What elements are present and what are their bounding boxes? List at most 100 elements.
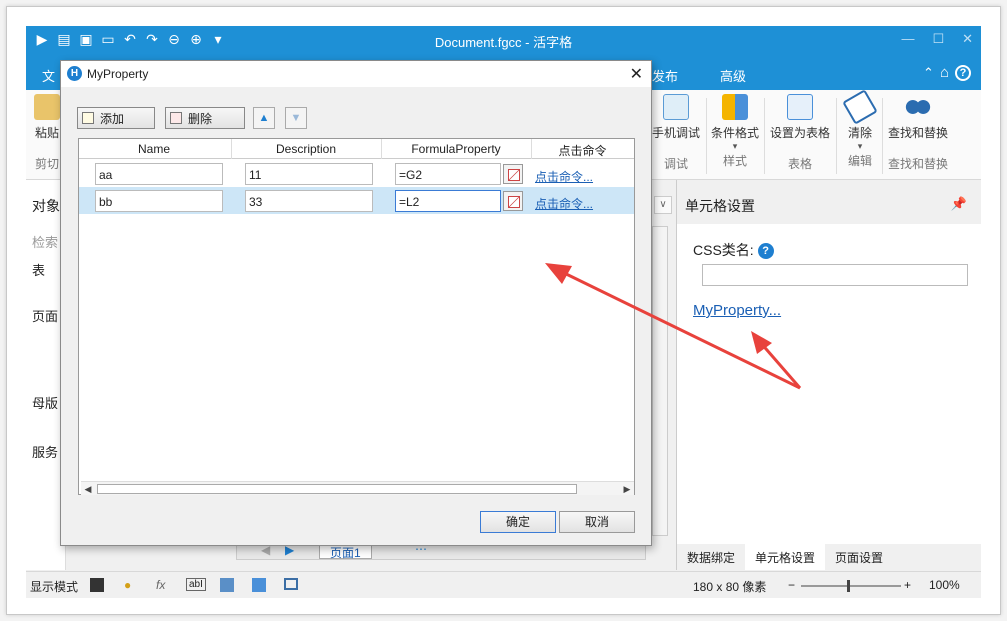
tab-data-binding[interactable]: 数据绑定 xyxy=(677,544,745,570)
column-header-command: 点击命令 xyxy=(558,144,607,158)
cell-settings-body: CSS类名: ? MyProperty... xyxy=(677,224,982,544)
table-group-caption: 表格 xyxy=(787,157,812,171)
tree-item-service[interactable]: 服务 xyxy=(32,442,58,461)
formula-field[interactable]: =G2 xyxy=(395,163,501,185)
help-icon[interactable]: ? xyxy=(955,64,971,81)
zoom-level: 100% xyxy=(929,578,960,592)
paste-group[interactable]: 粘贴 剪切 xyxy=(30,94,64,172)
set-as-table-button[interactable]: 设置为表格 表格 xyxy=(768,94,832,172)
app-logo-icon: H xyxy=(67,66,82,81)
find-replace-button[interactable]: 查找和替换 查找和替换 xyxy=(886,94,950,172)
table-row[interactable]: aa 11 =G2 点击命令... xyxy=(79,160,634,187)
formula-icon[interactable]: fx xyxy=(156,578,165,592)
table-row[interactable]: bb 33 =L2 点击命令... xyxy=(79,187,634,214)
grid-icon[interactable] xyxy=(252,578,266,592)
description-field[interactable]: 33 xyxy=(245,190,373,212)
delete-button[interactable]: 删除 xyxy=(165,107,245,129)
object-search-input[interactable]: 检索 xyxy=(32,232,58,251)
ribbon-divider xyxy=(764,98,765,174)
cancel-button[interactable]: 取消 xyxy=(559,511,635,533)
pin-icon[interactable]: 📌 xyxy=(951,196,967,212)
dialog-title-bar: H MyProperty ✕ xyxy=(61,61,651,87)
close-window-button[interactable]: ✕ xyxy=(962,31,973,47)
panel-collapse-chevron-icon[interactable]: ∨ xyxy=(654,196,672,214)
ribbon-divider xyxy=(882,98,883,174)
mobile-debug-button[interactable]: 手机调试 调试 xyxy=(650,94,702,172)
myproperty-link[interactable]: MyProperty... xyxy=(693,302,781,319)
minimize-button[interactable]: — xyxy=(901,31,914,47)
zoom-slider[interactable] xyxy=(801,580,901,592)
name-field[interactable]: aa xyxy=(95,163,223,185)
binoculars-icon xyxy=(905,94,931,120)
zoom-out-icon[interactable]: − xyxy=(788,578,795,592)
tab-page-settings[interactable]: 页面设置 xyxy=(825,544,893,570)
zoom-slider-knob[interactable] xyxy=(847,580,850,592)
formula-field[interactable]: =L2 xyxy=(395,190,501,212)
tree-item-page[interactable]: 页面 xyxy=(32,306,58,325)
home-icon[interactable]: ⌂ xyxy=(940,64,949,81)
title-bar: ▶ ▤ ▣ ▭ ↶ ↷ ⊖ ⊕ ▾ Document.fgcc - 活字格 — … xyxy=(26,26,981,54)
tab-publish[interactable]: 发布 xyxy=(652,66,678,85)
layout-icon[interactable] xyxy=(284,578,298,590)
add-button[interactable]: 添加 xyxy=(77,107,155,129)
name-field[interactable]: bb xyxy=(95,190,223,212)
formula-editor-icon[interactable] xyxy=(503,191,523,211)
maximize-button[interactable]: ☐ xyxy=(932,31,944,47)
eraser-icon xyxy=(842,89,878,125)
clear-button[interactable]: 清除 ▾ 编辑 xyxy=(840,89,880,169)
column-header-description: Description xyxy=(275,142,337,156)
dropdown-arrow-icon: ▾ xyxy=(857,141,863,151)
command-link[interactable]: 点击命令... xyxy=(535,168,593,185)
grid-horizontal-scrollbar[interactable]: ◀ ▶ xyxy=(81,481,634,495)
grid-header: Name Description FormulaProperty 点击命令 xyxy=(79,139,634,159)
command-link[interactable]: 点击命令... xyxy=(535,195,593,212)
console-icon[interactable] xyxy=(90,578,104,592)
add-row-icon xyxy=(82,112,94,124)
column-header-name: Name xyxy=(137,142,170,156)
css-class-label-text: CSS类名: xyxy=(693,242,754,258)
tab-file[interactable]: 文 xyxy=(42,66,55,85)
cell-settings-panel: 单元格设置 📌 CSS类名: ? MyProperty... 数据绑定 单元格设… xyxy=(676,180,982,570)
add-button-label: 添加 xyxy=(100,111,125,126)
user-icon[interactable]: ● xyxy=(124,578,131,592)
tree-item-table[interactable]: 表 xyxy=(32,260,45,279)
debug-group-caption: 调试 xyxy=(663,157,688,171)
ok-button[interactable]: 确定 xyxy=(480,511,556,533)
panel-tabs: 数据绑定 单元格设置 页面设置 xyxy=(677,544,982,570)
tab-cell-settings[interactable]: 单元格设置 xyxy=(745,544,826,570)
move-up-button[interactable]: ▲ xyxy=(253,107,275,129)
object-panel-title: 对象 xyxy=(32,198,60,214)
clipboard-group-caption: 剪切 xyxy=(34,157,59,171)
collapse-ribbon-icon[interactable]: ⌃ xyxy=(923,65,934,81)
scroll-left-icon[interactable]: ◀ xyxy=(81,482,95,496)
scrollbar-thumb[interactable] xyxy=(97,484,577,494)
status-bar: 显示模式 ● fx abI 180 x 80 像素 − + 100% xyxy=(26,571,981,598)
display-mode-label: 显示模式 xyxy=(30,580,79,594)
scroll-right-icon[interactable]: ▶ xyxy=(620,482,634,496)
find-replace-label: 查找和替换 xyxy=(887,126,948,140)
mobile-debug-icon xyxy=(663,94,689,120)
tree-item-master[interactable]: 母版 xyxy=(32,393,58,412)
conditional-format-label: 条件格式 xyxy=(710,126,759,140)
paste-icon xyxy=(34,94,60,120)
help-icon[interactable]: ? xyxy=(757,243,774,260)
formula-editor-icon[interactable] xyxy=(503,164,523,184)
css-class-input[interactable] xyxy=(702,264,968,286)
dropdown-arrow-icon: ▾ xyxy=(732,141,738,151)
cell-size-readout: 180 x 80 像素 xyxy=(693,580,767,594)
edit-group-caption: 编辑 xyxy=(847,154,872,168)
zoom-in-icon[interactable]: + xyxy=(904,578,911,592)
dialog-close-button[interactable]: ✕ xyxy=(630,64,643,84)
tab-advanced[interactable]: 高级 xyxy=(720,66,746,85)
find-replace-group-caption: 查找和替换 xyxy=(887,157,948,171)
description-field[interactable]: 11 xyxy=(245,163,373,185)
conditional-format-button[interactable]: 条件格式 ▾ 样式 xyxy=(708,94,762,169)
textbox-icon[interactable]: abI xyxy=(186,578,206,591)
mobile-debug-label: 手机调试 xyxy=(651,126,700,140)
myproperty-dialog: H MyProperty ✕ 添加 删除 ▲ ▼ Name Descriptio… xyxy=(60,60,652,546)
move-down-button[interactable]: ▼ xyxy=(285,107,307,129)
image-icon[interactable] xyxy=(220,578,234,592)
sheet-vertical-scrollbar[interactable] xyxy=(652,226,668,536)
css-class-label: CSS类名: ? xyxy=(693,240,774,260)
style-group-caption: 样式 xyxy=(722,154,747,168)
